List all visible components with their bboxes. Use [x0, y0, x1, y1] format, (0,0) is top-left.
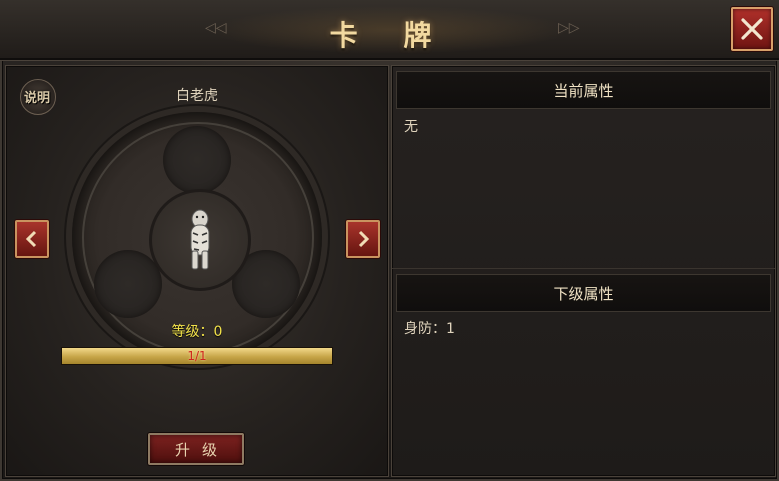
progress-text: 1/1 — [187, 349, 207, 363]
upgrade-button[interactable]: 升级 — [148, 433, 244, 465]
next-attributes-value: 身防：1 — [404, 321, 455, 337]
card-level: 等级：0 — [171, 324, 223, 340]
attributes-panel: 当前属性 无 下级属性 身防：1 — [391, 65, 776, 477]
close-button[interactable] — [731, 7, 773, 51]
current-attributes-header: 当前属性 — [396, 71, 771, 109]
card-name: 白老虎 — [176, 88, 218, 104]
upgrade-progress-bar: 1/1 — [61, 347, 333, 365]
section-divider — [392, 268, 775, 269]
window-title: 卡 牌 — [329, 19, 450, 52]
disc-slot-top — [163, 126, 231, 194]
close-icon — [741, 18, 763, 40]
white-tiger-icon — [190, 209, 210, 270]
disc-center — [149, 189, 251, 291]
card-display-panel: 说明 白老虎 等级：0 1/1 升级 — [5, 65, 389, 477]
current-attributes-value: 无 — [404, 119, 418, 135]
next-card-button[interactable] — [346, 220, 380, 258]
previous-card-button[interactable] — [15, 220, 49, 258]
next-attributes-header: 下级属性 — [396, 274, 771, 312]
chevron-right-icon — [358, 230, 370, 248]
card-window: ◁◁ ▷▷ 卡 牌 说明 白老虎 等级：0 1/1 升级 当前属性 无 下级属性… — [0, 0, 779, 481]
chevron-left-icon — [25, 230, 37, 248]
title-bar: ◁◁ ▷▷ 卡 牌 — [0, 0, 779, 60]
disc-slot-left — [94, 250, 162, 318]
